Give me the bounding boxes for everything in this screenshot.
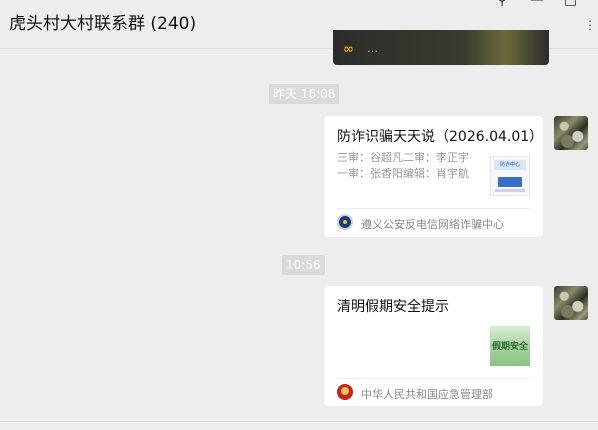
minimize-icon[interactable]: — — [530, 0, 544, 8]
article-thumbnail: 假期安全 — [490, 326, 530, 366]
video-logo-icon: ∞ — [343, 42, 354, 57]
article-desc-line: 三审：谷超凡二审：李正宇 — [337, 151, 469, 164]
card-divider — [337, 378, 530, 379]
previous-card-text: … — [367, 42, 378, 55]
article-card[interactable]: 防诈识骗天天说（2026.04.01） 三审：谷超凡二审：李正宇 一审：张香阳编… — [324, 116, 543, 237]
article-source: 中华人民共和国应急管理部 — [361, 388, 493, 401]
national-emblem-icon — [337, 384, 353, 400]
previous-message-card[interactable]: ∞ … — [333, 30, 549, 65]
article-thumbnail: 防诈中心 — [490, 156, 530, 196]
chat-title: 虎头村大村联系群 (240) — [9, 14, 197, 34]
thumbnail-badge — [498, 177, 522, 187]
article-source: 遵义公安反电信网络诈骗中心 — [361, 218, 504, 231]
card-divider — [337, 208, 530, 209]
police-badge-icon — [337, 214, 353, 230]
avatar[interactable] — [554, 116, 588, 150]
thumbnail-text: 假期安全 — [491, 342, 528, 352]
avatar[interactable] — [554, 286, 588, 320]
input-divider — [0, 421, 598, 422]
more-options-icon[interactable]: ⋮ — [584, 18, 596, 32]
article-description: 三审：谷超凡二审：李正宇 一审：张香阳编辑：肖宇航 — [337, 150, 469, 182]
timestamp: 昨天 16:08 — [269, 84, 340, 104]
timestamp: 10:56 — [282, 255, 325, 275]
pin-icon[interactable]: ⚲ — [497, 0, 507, 8]
article-desc-line: 一审：张香阳编辑：肖宇航 — [337, 167, 469, 180]
article-title: 防诈识骗天天说（2026.04.01） — [337, 129, 544, 145]
thumbnail-text: 防诈中心 — [499, 162, 520, 168]
article-card[interactable]: 清明假期安全提示 假期安全 中华人民共和国应急管理部 — [324, 286, 543, 406]
maximize-icon[interactable]: □ — [564, 0, 577, 8]
article-title: 清明假期安全提示 — [337, 299, 449, 315]
thumbnail-line — [495, 189, 525, 192]
